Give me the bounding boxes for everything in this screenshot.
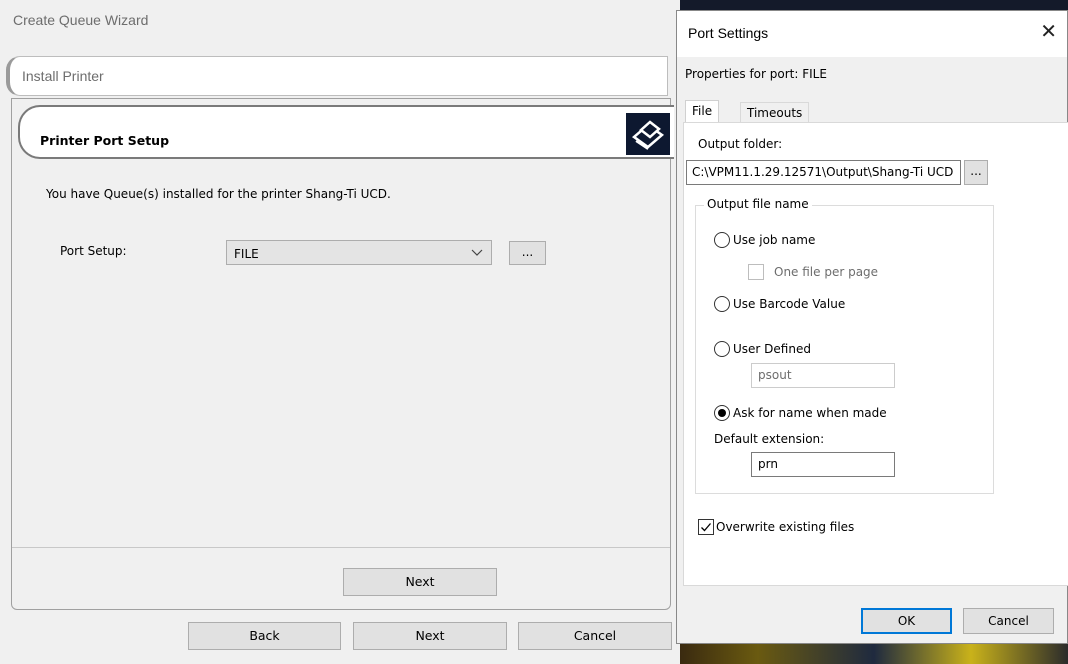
- dialog-title: Port Settings: [688, 25, 769, 41]
- wizard-footer: Back Next Cancel: [0, 612, 680, 664]
- file-tab-panel: Output folder: C:\VPM11.1.29.12571\Outpu…: [683, 122, 1068, 586]
- port-setup-label: Port Setup:: [60, 244, 127, 258]
- radio-circle-selected: [714, 405, 730, 421]
- dialog-cancel-button[interactable]: Cancel: [963, 608, 1054, 634]
- ok-button[interactable]: OK: [861, 608, 952, 634]
- inner-next-button[interactable]: Next: [343, 568, 497, 596]
- overwrite-existing-checkbox[interactable]: Overwrite existing files: [698, 519, 854, 535]
- ask-for-name-label: Ask for name when made: [733, 406, 887, 420]
- wizard-title: Create Queue Wizard: [13, 12, 149, 28]
- one-file-per-page-label: One file per page: [774, 265, 879, 279]
- panel-divider: [12, 547, 670, 548]
- create-queue-wizard: Create Queue Wizard Install Printer Prin…: [0, 0, 680, 664]
- install-printer-step: Install Printer: [6, 56, 668, 96]
- install-printer-label: Install Printer: [22, 68, 104, 84]
- use-job-name-label: Use job name: [733, 233, 816, 247]
- default-extension-label: Default extension:: [714, 432, 825, 446]
- properties-label: Properties for port: FILE: [685, 67, 827, 81]
- use-barcode-radio[interactable]: Use Barcode Value: [714, 296, 845, 312]
- cancel-button[interactable]: Cancel: [518, 622, 672, 650]
- properties-header: Properties for port: FILE: [677, 57, 1067, 97]
- dialog-titlebar: Port Settings ✕: [677, 11, 1067, 57]
- checkmark-icon: [698, 519, 714, 535]
- port-browse-button[interactable]: ...: [509, 241, 546, 265]
- user-defined-label: User Defined: [733, 342, 811, 356]
- port-setup-title: Printer Port Setup: [40, 133, 170, 148]
- radio-circle: [714, 296, 730, 312]
- output-folder-label: Output folder:: [698, 137, 783, 151]
- default-extension-input[interactable]: prn: [751, 452, 895, 477]
- port-setup-select[interactable]: FILE: [226, 240, 492, 265]
- ask-for-name-radio[interactable]: Ask for name when made: [714, 405, 887, 421]
- use-barcode-label: Use Barcode Value: [733, 297, 846, 311]
- checkbox-box: [748, 264, 764, 280]
- close-icon[interactable]: ✕: [1040, 21, 1057, 41]
- radio-circle: [714, 341, 730, 357]
- one-file-per-page-checkbox[interactable]: One file per page: [748, 264, 878, 280]
- queue-info-text: You have Queue(s) installed for the prin…: [46, 187, 391, 201]
- port-settings-dialog: Port Settings ✕ Properties for port: FIL…: [676, 10, 1068, 644]
- printer-icon: [626, 113, 670, 155]
- user-defined-input[interactable]: psout: [751, 363, 895, 388]
- next-button[interactable]: Next: [353, 622, 507, 650]
- back-button[interactable]: Back: [188, 622, 341, 650]
- use-job-name-radio[interactable]: Use job name: [714, 232, 815, 248]
- chevron-down-icon: [471, 244, 483, 263]
- output-file-name-group: Output file name Use job name One file p…: [695, 197, 994, 494]
- tab-timeouts[interactable]: Timeouts: [740, 102, 810, 124]
- radio-circle: [714, 232, 730, 248]
- user-defined-radio[interactable]: User Defined: [714, 341, 811, 357]
- output-folder-input[interactable]: C:\VPM11.1.29.12571\Output\Shang-Ti UCD: [686, 160, 961, 185]
- output-folder-browse-button[interactable]: ...: [964, 160, 988, 185]
- overwrite-existing-label: Overwrite existing files: [716, 520, 855, 534]
- port-setup-value: FILE: [234, 247, 259, 261]
- printer-port-setup-panel: Printer Port Setup You have Queue(s) ins…: [11, 98, 674, 610]
- port-setup-header: Printer Port Setup: [18, 105, 674, 159]
- output-file-name-legend: Output file name: [704, 197, 812, 211]
